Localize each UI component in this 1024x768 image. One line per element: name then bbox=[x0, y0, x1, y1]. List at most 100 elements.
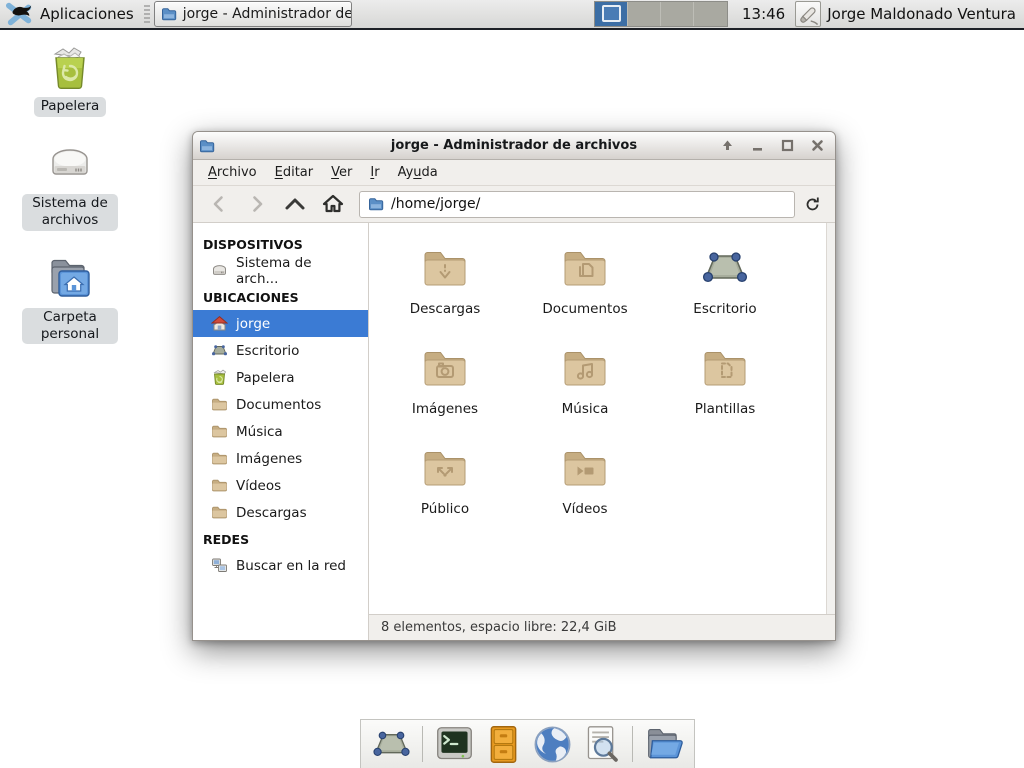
panel-clock: 13:46 bbox=[742, 5, 785, 23]
workspace-2[interactable] bbox=[628, 2, 661, 26]
sidebar-item-papelera[interactable]: Papelera bbox=[193, 364, 368, 391]
files-grid: Descargas Documentos Escritorio Imágenes… bbox=[375, 235, 835, 535]
workspace-1[interactable] bbox=[595, 2, 628, 26]
sidebar-item-descargas[interactable]: Descargas bbox=[193, 499, 368, 526]
sidebar-header-ubicaciones: UBICACIONES bbox=[193, 284, 368, 310]
workspace-switcher[interactable] bbox=[594, 1, 728, 27]
file-item-música[interactable]: Música bbox=[515, 335, 655, 435]
file-manager-window: jorge - Administrador de archivos Archiv… bbox=[192, 131, 836, 641]
network-mini-icon bbox=[211, 557, 228, 574]
desktop-icon-carpeta-personal[interactable]: Carpeta personal bbox=[22, 253, 118, 345]
file-item-label: Plantillas bbox=[695, 401, 756, 417]
sidebar-item-jorge[interactable]: jorge bbox=[193, 310, 368, 337]
window-titlebar[interactable]: jorge - Administrador de archivos bbox=[193, 132, 835, 160]
sidebar-item-escritorio[interactable]: Escritorio bbox=[193, 337, 368, 364]
folder-documents-icon bbox=[560, 243, 610, 293]
reload-button[interactable] bbox=[797, 190, 827, 218]
desktop-icon-label: Carpeta personal bbox=[22, 308, 118, 345]
dock-show-desktop-launcher[interactable] bbox=[371, 724, 411, 764]
home-mini-icon bbox=[211, 315, 228, 332]
menu-ir[interactable]: Ir bbox=[363, 162, 386, 183]
sidebar-item-vídeos[interactable]: Vídeos bbox=[193, 472, 368, 499]
sidebar-item-label: Vídeos bbox=[236, 478, 281, 494]
sidebar-item-label: Música bbox=[236, 424, 283, 440]
dock-app-finder-launcher[interactable] bbox=[581, 724, 621, 764]
menu-bar: ArchivoEditarVerIrAyuda bbox=[193, 160, 835, 186]
workspace-window-thumb bbox=[602, 5, 621, 22]
menu-editar[interactable]: Editar bbox=[268, 162, 321, 183]
file-item-escritorio[interactable]: Escritorio bbox=[655, 235, 795, 335]
location-bar[interactable]: /home/jorge/ bbox=[359, 191, 795, 218]
vertical-scrollbar[interactable] bbox=[826, 223, 835, 614]
taskbar-window-button[interactable]: jorge - Administrador de... bbox=[154, 1, 352, 27]
file-item-label: Escritorio bbox=[693, 301, 756, 317]
up-button[interactable] bbox=[277, 190, 313, 218]
sidebar-item-label: Imágenes bbox=[236, 451, 302, 467]
desktop-icon-papelera[interactable]: Papelera bbox=[22, 42, 118, 117]
home-folder-icon bbox=[45, 253, 95, 303]
sidebar-item-música[interactable]: Música bbox=[193, 418, 368, 445]
sidebar: DISPOSITIVOS Sistema de arch...UBICACION… bbox=[193, 223, 369, 640]
sidebar-item-imágenes[interactable]: Imágenes bbox=[193, 445, 368, 472]
desktop-icon-label: Papelera bbox=[34, 97, 107, 117]
location-folder-icon bbox=[368, 196, 384, 212]
file-item-descargas[interactable]: Descargas bbox=[375, 235, 515, 335]
sidebar-item-label: Buscar en la red bbox=[236, 558, 346, 574]
dock-panel bbox=[360, 719, 695, 768]
file-item-label: Documentos bbox=[542, 301, 627, 317]
file-item-documentos[interactable]: Documentos bbox=[515, 235, 655, 335]
file-cabinet-icon bbox=[483, 724, 524, 765]
session-menu-button[interactable] bbox=[795, 1, 821, 27]
applications-menu[interactable]: Aplicaciones bbox=[0, 0, 142, 28]
status-bar: 8 elementos, espacio libre: 22,4 GiB bbox=[369, 614, 835, 640]
sidebar-item-documentos[interactable]: Documentos bbox=[193, 391, 368, 418]
session-icon bbox=[798, 4, 819, 25]
file-item-público[interactable]: Público bbox=[375, 435, 515, 535]
dock-terminal-launcher[interactable] bbox=[434, 724, 474, 764]
desktop-icon-sistema-de-archivos[interactable]: Sistema de archivos bbox=[22, 139, 118, 231]
shade-button[interactable] bbox=[719, 138, 735, 154]
dock-file-cabinet-launcher[interactable] bbox=[483, 724, 523, 764]
panel-grip bbox=[144, 5, 150, 23]
workspace-3[interactable] bbox=[661, 2, 694, 26]
dock-web-browser-launcher[interactable] bbox=[532, 724, 572, 764]
sidebar-item-label: Sistema de arch... bbox=[236, 255, 358, 287]
folder-templates-icon bbox=[700, 343, 750, 393]
folder-music-icon bbox=[560, 343, 610, 393]
workspace-4[interactable] bbox=[694, 2, 727, 26]
file-item-label: Vídeos bbox=[562, 501, 607, 517]
forward-button[interactable] bbox=[239, 190, 275, 218]
file-item-vídeos[interactable]: Vídeos bbox=[515, 435, 655, 535]
minimize-button[interactable] bbox=[749, 138, 765, 154]
dock-file-manager-launcher[interactable] bbox=[644, 724, 684, 764]
file-item-label: Descargas bbox=[410, 301, 481, 317]
menu-ayuda[interactable]: Ayuda bbox=[391, 162, 445, 183]
sidebar-item-sistema-de-arch-[interactable]: Sistema de arch... bbox=[193, 257, 368, 284]
show-desktop-icon bbox=[371, 724, 412, 765]
toolbar: /home/jorge/ bbox=[193, 186, 835, 223]
folder-videos-icon bbox=[560, 443, 610, 493]
desktop-mini-icon bbox=[211, 342, 228, 359]
file-item-plantillas[interactable]: Plantillas bbox=[655, 335, 795, 435]
file-item-imágenes[interactable]: Imágenes bbox=[375, 335, 515, 435]
trash-icon bbox=[45, 42, 95, 92]
maximize-button[interactable] bbox=[779, 138, 795, 154]
menu-archivo[interactable]: Archivo bbox=[201, 162, 264, 183]
app-finder-icon bbox=[581, 724, 622, 765]
file-view[interactable]: Descargas Documentos Escritorio Imágenes… bbox=[369, 223, 835, 614]
back-button[interactable] bbox=[201, 190, 237, 218]
folder-public-icon bbox=[420, 443, 470, 493]
drive-icon bbox=[45, 139, 95, 189]
file-item-label: Música bbox=[562, 401, 609, 417]
sidebar-item-buscar-en-la-red[interactable]: Buscar en la red bbox=[193, 552, 368, 579]
close-button[interactable] bbox=[809, 138, 825, 154]
sidebar-header-redes: REDES bbox=[193, 526, 368, 552]
menu-ver[interactable]: Ver bbox=[324, 162, 359, 183]
home-button[interactable] bbox=[315, 190, 351, 218]
sidebar-item-label: Documentos bbox=[236, 397, 321, 413]
xfce-logo-icon bbox=[6, 0, 34, 28]
window-folder-icon bbox=[161, 6, 177, 22]
desktop-icon bbox=[700, 243, 750, 293]
location-path: /home/jorge/ bbox=[391, 196, 480, 212]
applications-label: Aplicaciones bbox=[40, 5, 134, 23]
